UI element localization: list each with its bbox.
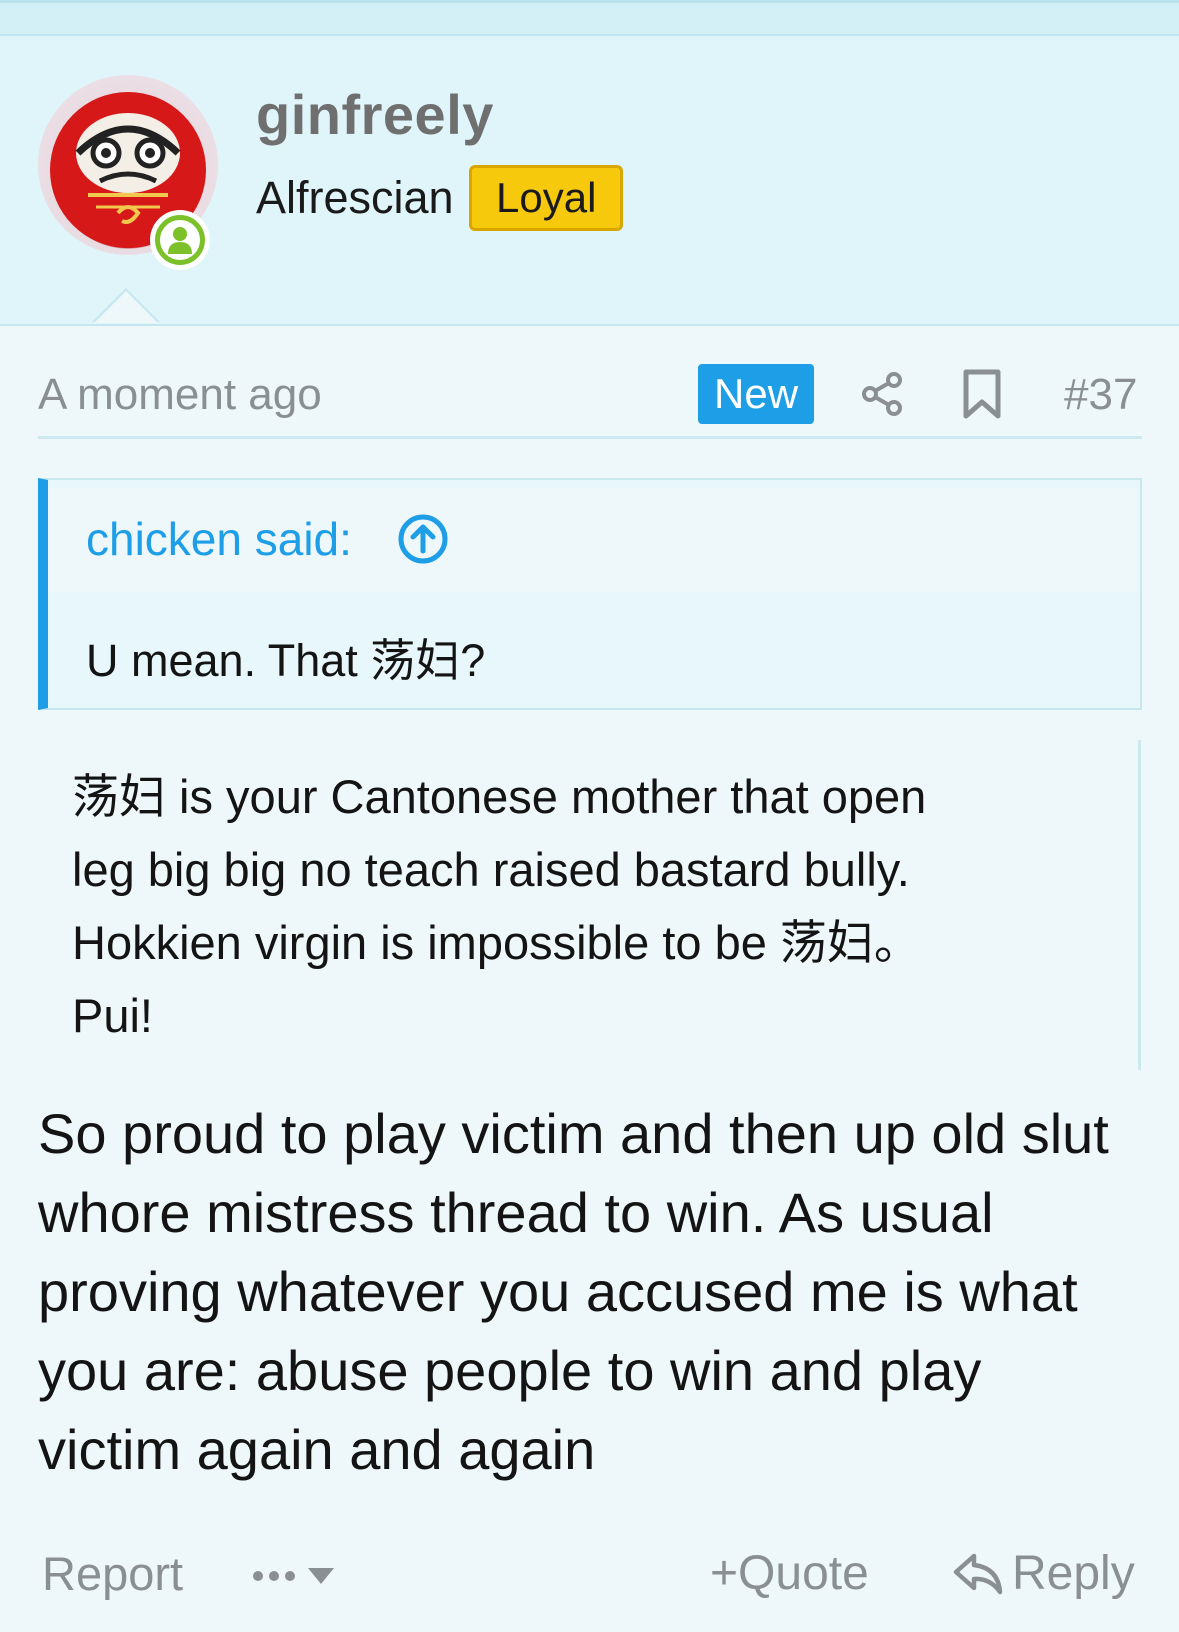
new-badge: New	[698, 364, 815, 424]
user-title: Alfrescian	[256, 172, 454, 223]
post-body-line: you are: abuse people to win and play	[38, 1339, 982, 1402]
user-banner-badge: Loyal	[469, 165, 624, 231]
reply-button-label: Reply	[1012, 1547, 1135, 1600]
inner-quote-line: Hokkien virgin is impossible to be 荡妇。	[72, 916, 921, 969]
inner-quote-line: Pui!	[72, 989, 153, 1042]
online-status-badge	[150, 210, 210, 270]
quote-button-label: Quote	[738, 1547, 869, 1600]
post-body-line: whore mistress thread to win. As usual	[38, 1181, 994, 1244]
more-options-icon[interactable]	[250, 1558, 350, 1594]
arrow-up-circle-icon[interactable]	[396, 512, 450, 566]
reply-button[interactable]: Reply	[952, 1546, 1135, 1601]
inner-quote-line: 荡妇 is your Cantonese mother that open	[72, 770, 927, 823]
reply-arrow-icon	[953, 1553, 1003, 1594]
username[interactable]: ginfreely	[256, 82, 494, 147]
meta-divider	[38, 436, 1142, 439]
inner-quote-border	[1138, 740, 1141, 1070]
inner-quote-line: leg big big no teach raised bastard bull…	[72, 843, 910, 896]
post-body: So proud to play victim and then up old …	[38, 1094, 1148, 1489]
post-body-line: victim again and again	[38, 1418, 596, 1481]
quote-author-link[interactable]: chicken said:	[86, 512, 352, 566]
share-icon[interactable]	[858, 370, 906, 418]
post-body-line: proving whatever you accused me is what	[38, 1260, 1078, 1323]
header-caret-inner	[94, 291, 158, 323]
bookmark-icon[interactable]	[960, 368, 1004, 420]
post-timestamp[interactable]: A moment ago	[38, 370, 322, 420]
post-body-line: So proud to play victim and then up old …	[38, 1102, 1109, 1165]
top-strip	[0, 0, 1179, 36]
plus-icon: +	[710, 1547, 739, 1600]
report-link[interactable]: Report	[42, 1546, 183, 1601]
post-number-link[interactable]: #37	[1064, 370, 1137, 420]
user-icon	[168, 227, 192, 254]
quote-button[interactable]: +Quote	[710, 1546, 869, 1601]
quote-body: U mean. That 荡妇?	[86, 635, 486, 686]
inner-quote-text: 荡妇 is your Cantonese mother that open le…	[72, 760, 1132, 1052]
